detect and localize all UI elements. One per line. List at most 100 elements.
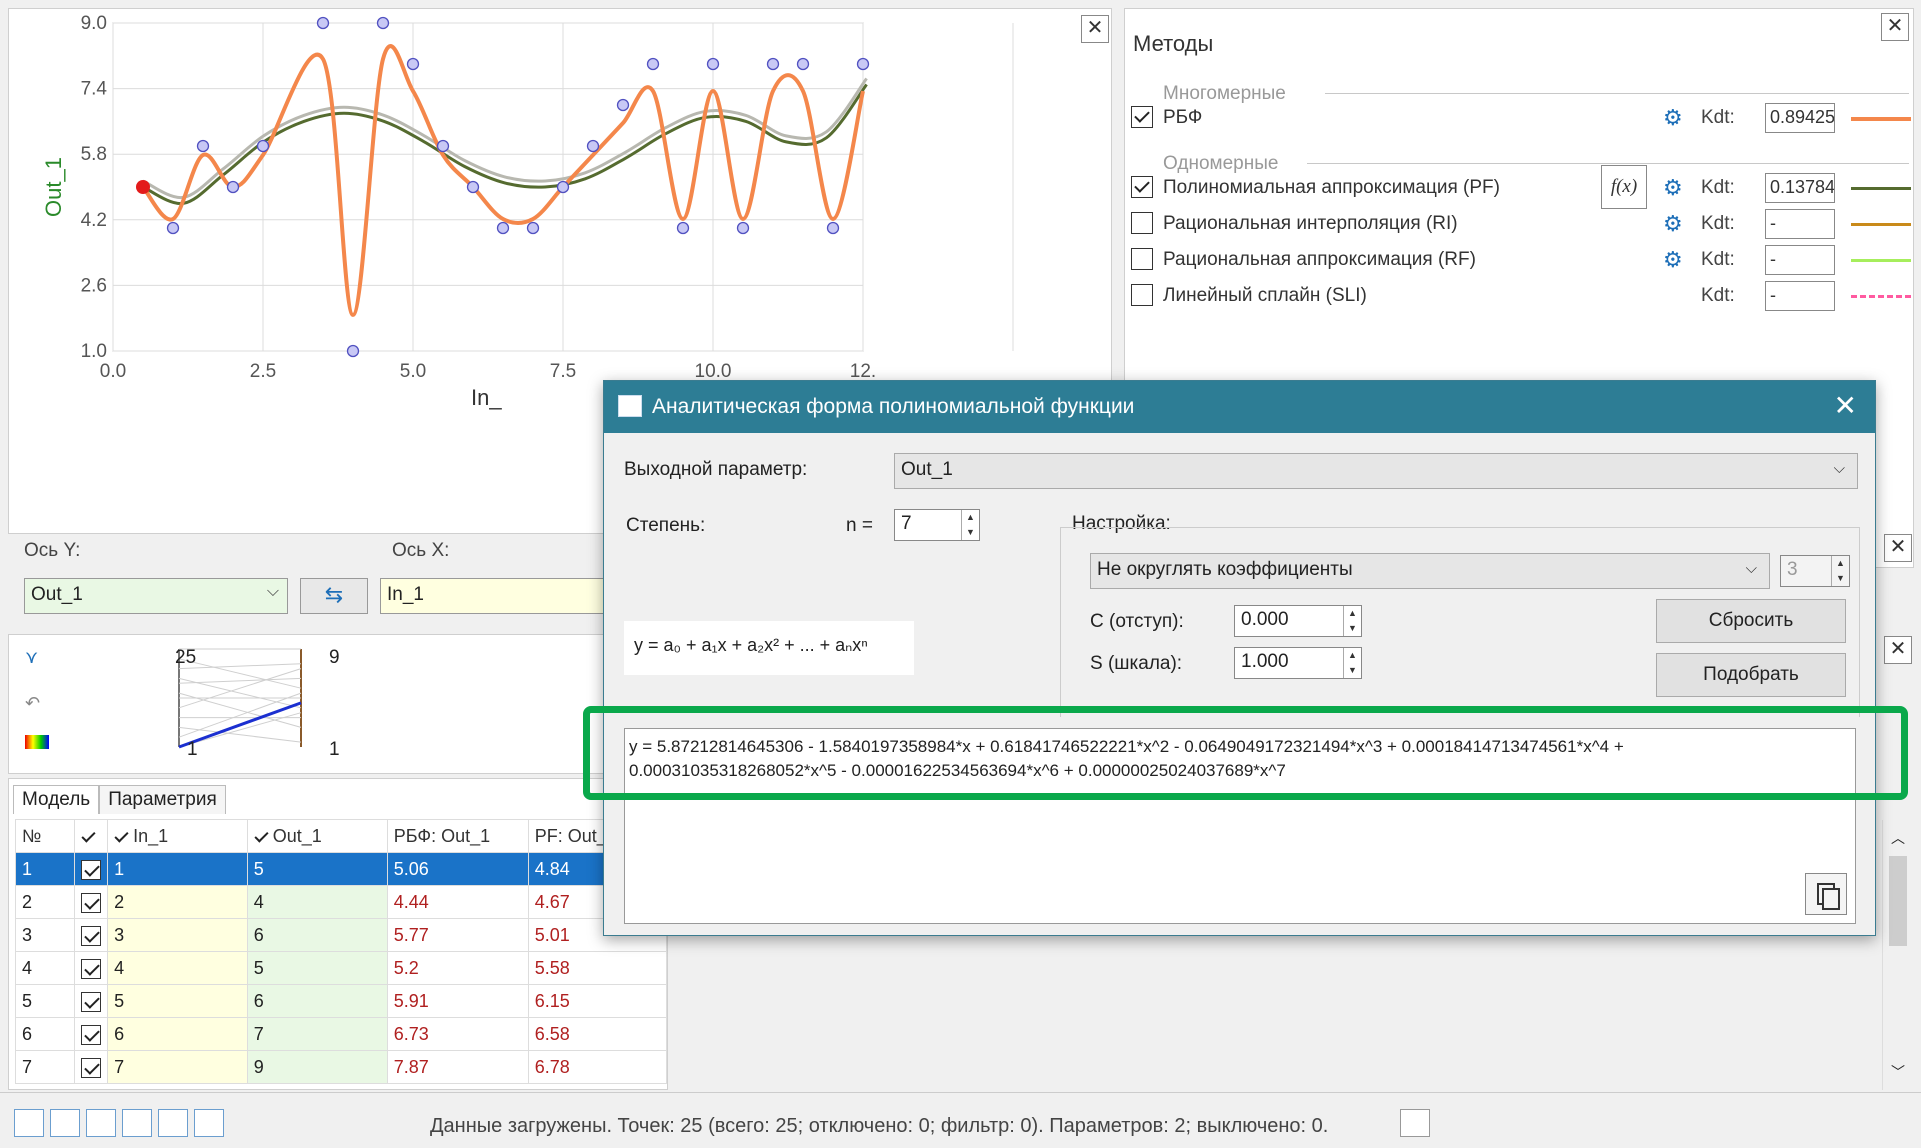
out1-cell: 6 — [246, 918, 388, 952]
col-header-number[interactable]: № — [14, 819, 76, 853]
gear-icon[interactable]: ⚙ — [1663, 211, 1683, 237]
row-checkbox[interactable] — [81, 859, 102, 880]
degree-spinner[interactable]: 7 ▲ ▼ — [894, 509, 980, 541]
output-param-label: Выходной параметр: — [624, 459, 808, 480]
rbf-cell: 5.06 — [386, 852, 529, 886]
col-header-rbf[interactable]: РБФ: Out_1 — [386, 819, 529, 853]
row-checkbox[interactable] — [81, 958, 102, 979]
scroll-thumb[interactable] — [1889, 856, 1907, 946]
c-offset-label: C (отступ): — [1090, 611, 1184, 632]
tab-parametria[interactable]: Параметрия — [99, 785, 226, 814]
table-scrollbar[interactable]: ︿ ﹀ — [1882, 820, 1912, 1090]
rounding-value: Не округлять коэффициенты — [1097, 559, 1353, 580]
row-enabled-cell[interactable] — [74, 984, 109, 1018]
col-header-out1[interactable]: Out_1 — [246, 819, 388, 853]
method-row[interactable]: Рациональная интерполяция (RI) ⚙ Kdt: - — [1131, 209, 1911, 239]
parallel-axes-icon[interactable] — [158, 1109, 188, 1137]
row-enabled-cell[interactable] — [74, 885, 109, 919]
out1-cell: 6 — [246, 984, 388, 1018]
kdt-label: Kdt: — [1701, 177, 1735, 198]
chart-close-button[interactable]: ✕ — [1081, 15, 1109, 43]
copy-icon[interactable] — [1805, 873, 1847, 915]
spinner-arrows-icon[interactable]: ▲ ▼ — [961, 510, 979, 540]
reset-button[interactable]: Сбросить — [1656, 599, 1846, 643]
table-row[interactable]: 7 7 9 7.87 6.78 — [14, 1050, 668, 1084]
spinner-arrows-icon[interactable]: ▲ ▼ — [1343, 606, 1361, 636]
row-enabled-cell[interactable] — [74, 1050, 109, 1084]
method-checkbox[interactable] — [1131, 248, 1153, 270]
table-row[interactable]: 2 2 4 4.44 4.67 — [14, 885, 668, 919]
panel-close-button[interactable]: ✕ — [1884, 636, 1912, 664]
right-axis-min: 1 — [329, 739, 340, 760]
chart-settings-icon[interactable] — [50, 1109, 80, 1137]
col-header-in1[interactable]: In_1 — [107, 819, 248, 853]
col-header-in1-label: In_1 — [133, 825, 169, 846]
gear-icon[interactable]: ⚙ — [1663, 105, 1683, 131]
spinner-arrows-icon[interactable]: ▲ ▼ — [1343, 648, 1361, 678]
table-row[interactable]: 4 4 5 5.2 5.58 — [14, 951, 668, 985]
method-checkbox[interactable] — [1131, 176, 1153, 198]
methods-close-button[interactable]: ✕ — [1881, 13, 1909, 41]
dialog-title: Аналитическая форма полиномиальной функц… — [652, 395, 1135, 418]
method-row[interactable]: Линейный сплайн (SLI) Kdt: - — [1131, 281, 1911, 311]
data-point — [346, 344, 360, 358]
table-row[interactable]: 1 1 5 5.06 4.84 — [14, 852, 668, 886]
method-row[interactable]: РБФ ⚙ Kdt: 0.89425 — [1131, 103, 1911, 133]
sliders-icon[interactable] — [122, 1109, 152, 1137]
dialog-close-icon[interactable]: ✕ — [1834, 389, 1857, 422]
table-row[interactable]: 3 3 6 5.77 5.01 — [14, 918, 668, 952]
method-checkbox[interactable] — [1131, 284, 1153, 306]
row-enabled-cell[interactable] — [74, 1017, 109, 1051]
out1-cell: 9 — [246, 1050, 388, 1084]
row-enabled-cell[interactable] — [74, 918, 109, 952]
panel-close-button[interactable]: ✕ — [1884, 534, 1912, 562]
report-icon[interactable] — [86, 1109, 116, 1137]
method-row[interactable]: Рациональная аппроксимация (RF) ⚙ Kdt: - — [1131, 245, 1911, 275]
s-scale-spinner[interactable]: 1.000 ▲ ▼ — [1234, 647, 1362, 679]
gear-icon[interactable]: ⚙ — [1663, 247, 1683, 273]
function-form-button[interactable]: f(x) — [1601, 165, 1647, 209]
y-tick-label: 1.0 — [81, 341, 107, 362]
row-checkbox[interactable] — [81, 991, 102, 1012]
spinner-arrows-icon[interactable]: ▲ ▼ — [1831, 556, 1849, 586]
row-enabled-cell[interactable] — [74, 852, 109, 886]
tab-model[interactable]: Модель — [13, 785, 100, 814]
row-checkbox[interactable] — [81, 1057, 102, 1078]
method-checkbox[interactable] — [1131, 212, 1153, 234]
kdt-label: Kdt: — [1701, 285, 1735, 306]
kdt-value: - — [1765, 209, 1835, 239]
rounding-digits-spinner[interactable]: 3 ▲ ▼ — [1780, 555, 1850, 587]
analysis-icon[interactable] — [1400, 1109, 1430, 1137]
line-chart-icon[interactable] — [14, 1109, 44, 1137]
row-checkbox[interactable] — [81, 892, 102, 913]
scroll-down-icon[interactable]: ﹀ — [1891, 1062, 1905, 1082]
method-label: Рациональная аппроксимация (RF) — [1163, 249, 1476, 270]
data-point — [556, 180, 570, 194]
c-offset-spinner[interactable]: 0.000 ▲ ▼ — [1234, 605, 1362, 637]
col-header-enabled[interactable] — [74, 819, 109, 853]
x-axis-select[interactable]: In_1 — [380, 578, 608, 614]
method-row[interactable]: Полиномиальная аппроксимация (PF) f(x) ⚙ Kd… — [1131, 165, 1911, 209]
polynomial-formula: y = a₀ + a₁x + a₂x² + ... + aₙxⁿ — [624, 621, 914, 675]
rounding-select[interactable]: Не округлять коэффициенты ⌵ — [1090, 553, 1770, 589]
methods-title: Методы — [1133, 31, 1214, 56]
row-enabled-cell[interactable] — [74, 951, 109, 985]
row-number-cell: 1 — [14, 852, 76, 886]
y-axis-select-value: Out_1 — [31, 584, 83, 605]
fit-button[interactable]: Подобрать — [1656, 653, 1846, 697]
data-table-panel: Модель Параметрия № In_1 Out_1 РБФ: Out_1… — [8, 778, 668, 1090]
table-row[interactable]: 6 6 7 6.73 6.58 — [14, 1017, 668, 1051]
line-style-swatch — [1851, 295, 1911, 298]
table-icon[interactable] — [194, 1109, 224, 1137]
gear-icon[interactable]: ⚙ — [1663, 175, 1683, 201]
table-row[interactable]: 5 5 6 5.91 6.15 — [14, 984, 668, 1018]
row-checkbox[interactable] — [81, 1024, 102, 1045]
dialog-titlebar[interactable]: Аналитическая форма полиномиальной функц… — [604, 381, 1875, 433]
y-axis-select[interactable]: Out_1 ⌵ — [24, 578, 288, 614]
scroll-up-icon[interactable]: ︿ — [1891, 828, 1905, 848]
swap-axes-button[interactable]: ⇆ — [300, 578, 368, 614]
output-param-select[interactable]: Out_1 ⌵ — [894, 453, 1858, 489]
parallel-coordinates-plot[interactable] — [9, 635, 609, 775]
row-checkbox[interactable] — [81, 925, 102, 946]
method-checkbox[interactable] — [1131, 106, 1153, 128]
